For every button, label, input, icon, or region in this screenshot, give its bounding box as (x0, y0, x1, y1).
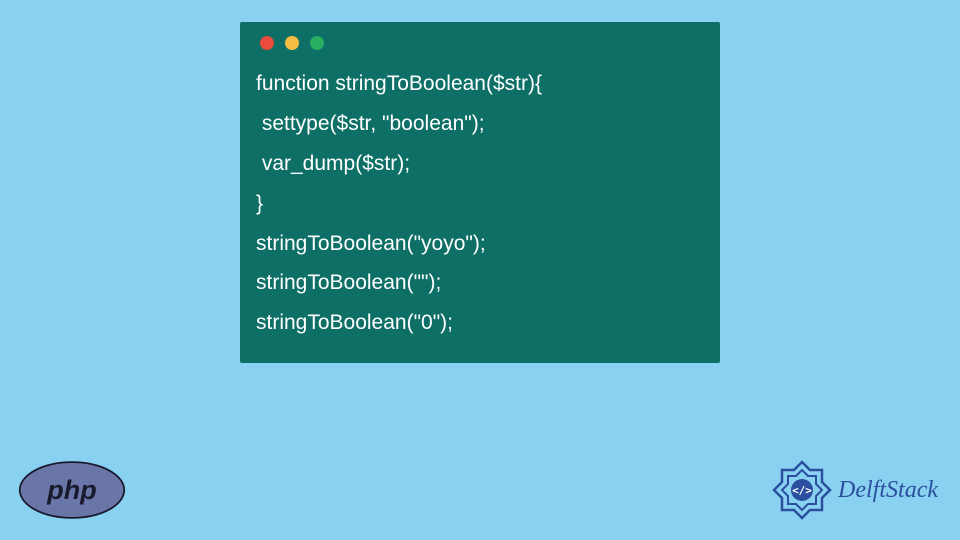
php-text: php (46, 475, 96, 505)
minimize-icon (285, 36, 299, 50)
php-logo-icon: php (18, 460, 126, 520)
delftstack-label: DelftStack (838, 477, 938, 504)
delftstack-icon: </> (770, 458, 834, 522)
maximize-icon (310, 36, 324, 50)
svg-text:</>: </> (792, 484, 812, 497)
code-block: function stringToBoolean($str){ settype(… (256, 64, 704, 343)
close-icon (260, 36, 274, 50)
window-titlebar (256, 36, 704, 50)
code-window: function stringToBoolean($str){ settype(… (240, 22, 720, 363)
delftstack-brand: </> DelftStack (770, 458, 938, 522)
